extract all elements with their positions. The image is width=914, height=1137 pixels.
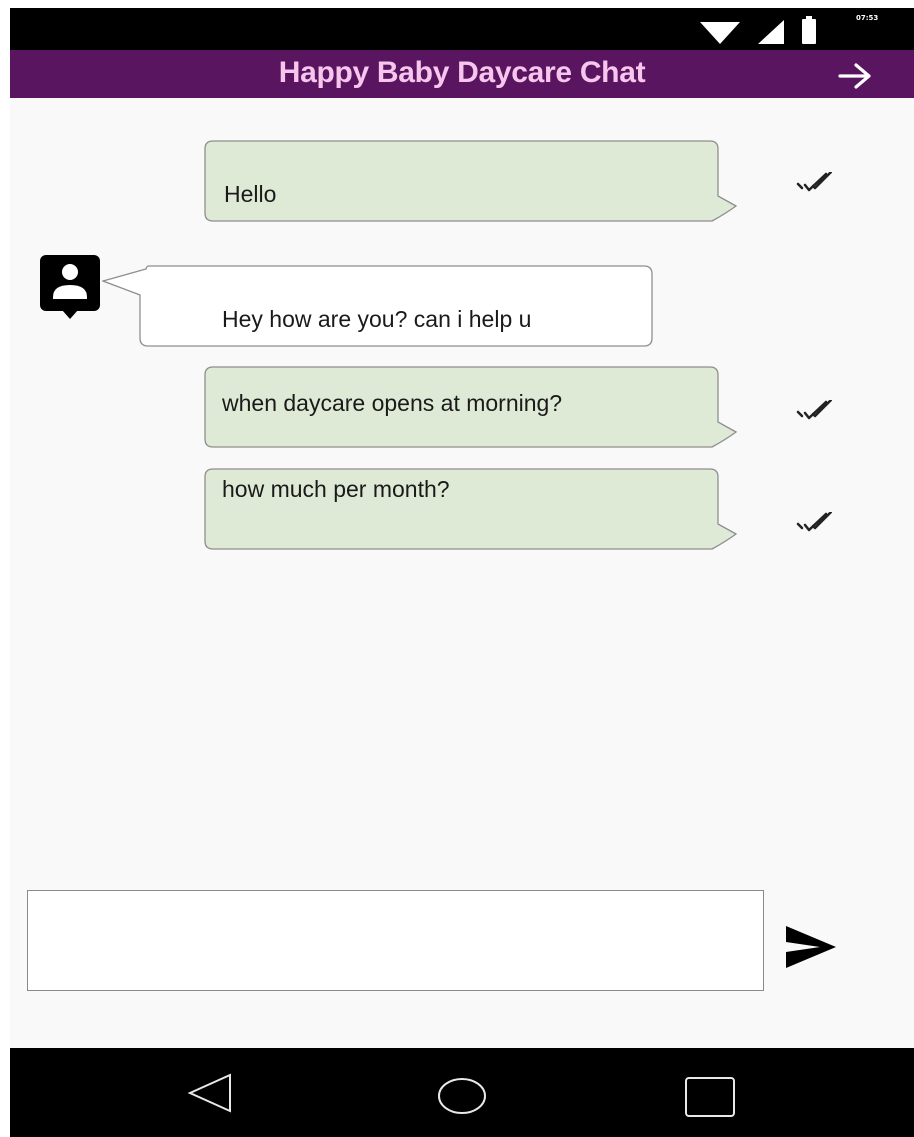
message-text: Hello	[224, 181, 277, 207]
double-check-icon	[796, 400, 832, 420]
home-icon[interactable]	[436, 1076, 488, 1116]
double-check-icon	[796, 512, 832, 532]
message-bubble-sent[interactable]: Hello	[204, 140, 744, 222]
message-bubble-received[interactable]: Hey how are you? can i help u	[102, 265, 654, 347]
chat-screen: 07:53 Happy Baby Daycare Chat Hello Hey …	[10, 8, 914, 1137]
send-icon[interactable]	[784, 924, 838, 970]
message-text: how much per month?	[222, 476, 450, 502]
app-title: Happy Baby Daycare Chat	[278, 56, 646, 89]
arrow-right-icon[interactable]	[838, 62, 872, 90]
system-nav-bar	[10, 1048, 914, 1137]
status-time: 07:53	[856, 14, 879, 22]
bubble-shape	[204, 140, 738, 222]
status-bar: 07:53	[10, 8, 914, 50]
message-bubble-sent[interactable]: when daycare opens at morning?	[204, 366, 744, 448]
message-input[interactable]	[28, 891, 763, 990]
recents-icon[interactable]	[684, 1076, 736, 1118]
message-bubble-sent[interactable]: how much per month?	[204, 468, 744, 550]
signal-icon	[758, 20, 784, 44]
contact-avatar-icon[interactable]	[40, 255, 100, 319]
battery-icon	[802, 16, 816, 44]
app-bar: Happy Baby Daycare Chat	[10, 50, 914, 98]
message-composer	[27, 890, 764, 991]
message-text: Hey how are you? can i help u	[222, 306, 532, 332]
back-icon[interactable]	[186, 1073, 234, 1113]
double-check-icon	[796, 172, 832, 192]
wifi-icon	[700, 22, 740, 44]
message-text: when daycare opens at morning?	[222, 390, 563, 416]
